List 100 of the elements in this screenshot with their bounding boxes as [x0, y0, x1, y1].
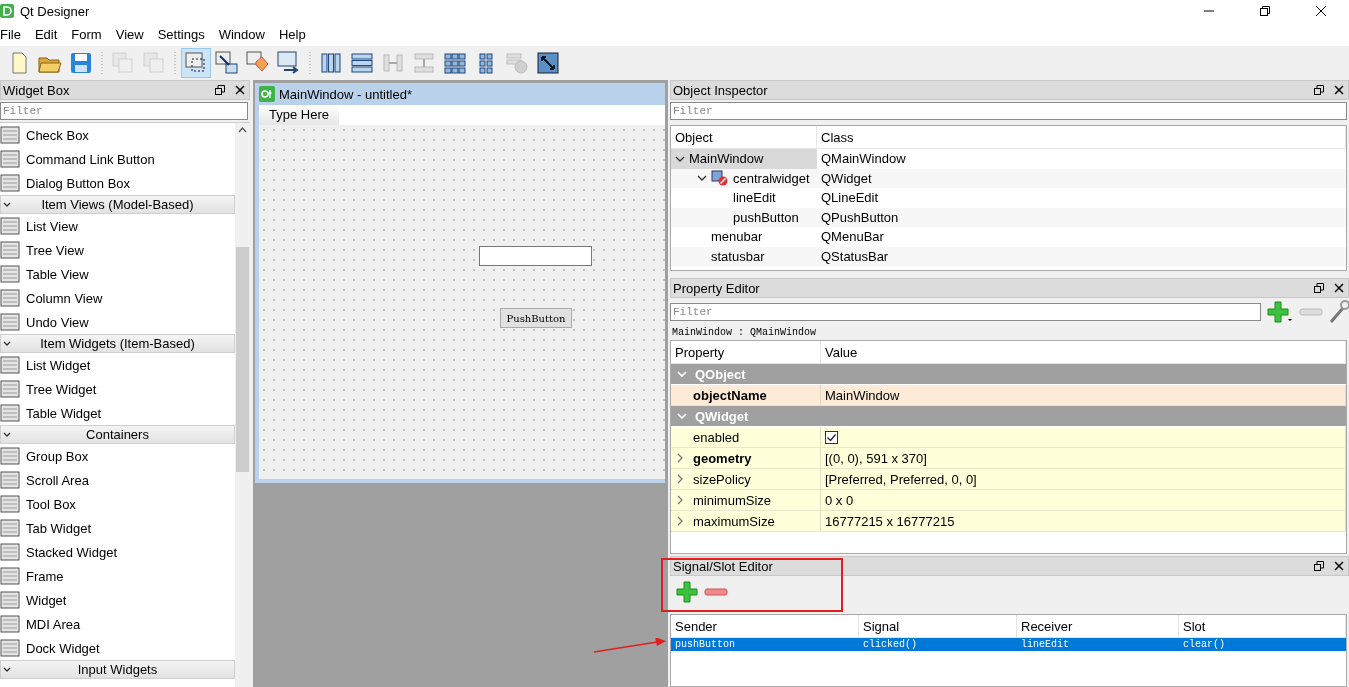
column-header[interactable]: Receiver: [1017, 615, 1179, 637]
widget-item[interactable]: Frame: [0, 564, 235, 588]
widget-icon: [0, 614, 20, 634]
widget-item[interactable]: Tree View: [0, 238, 235, 262]
close-icon[interactable]: [235, 85, 245, 95]
widget-item[interactable]: Tool Box: [0, 492, 235, 516]
column-header[interactable]: Sender: [671, 615, 859, 637]
property-value: MainWindow: [825, 387, 900, 403]
widget-icon: [0, 494, 20, 514]
property-value: 16777215 x 16777215: [825, 513, 955, 529]
edit-widgets-icon[interactable]: [181, 48, 211, 78]
widget-icon: [0, 446, 20, 466]
category-header[interactable]: Containers: [0, 425, 235, 444]
widget-icon: [0, 216, 20, 236]
property-row[interactable]: sizePolicy [Preferred, Preferred, 0, 0]: [671, 469, 1346, 490]
float-icon[interactable]: [1314, 85, 1324, 95]
widget-item[interactable]: MDI Area: [0, 612, 235, 636]
tree-item[interactable]: menubar: [671, 227, 817, 247]
connection-row[interactable]: pushButton clicked() lineEdit clear(): [671, 638, 1346, 651]
filter-field[interactable]: Filter: [670, 102, 1347, 120]
menu-item[interactable]: View: [115, 26, 150, 42]
column-header[interactable]: Property: [671, 341, 821, 363]
column-header[interactable]: Signal: [859, 615, 1017, 637]
tree-item[interactable]: statusbar: [671, 246, 817, 266]
menu-item[interactable]: File: [0, 26, 27, 42]
table-cell-text: QStatusBar: [820, 247, 890, 266]
property-row[interactable]: objectName MainWindow: [671, 385, 1346, 406]
float-icon[interactable]: [215, 85, 225, 95]
menu-item[interactable]: Form: [71, 26, 108, 42]
close-icon[interactable]: [1334, 85, 1344, 95]
type-here-menu[interactable]: Type Here: [259, 105, 339, 125]
widget-item[interactable]: Dock Widget: [0, 636, 235, 660]
widget-item[interactable]: Widget: [0, 588, 235, 612]
column-header[interactable]: Class: [817, 126, 1346, 148]
plus-icon[interactable]: [1267, 301, 1293, 323]
widget-item[interactable]: Group Box: [0, 444, 235, 468]
toolbar-separator: [100, 50, 104, 76]
widget-item[interactable]: Dialog Button Box: [0, 171, 235, 195]
filter-field[interactable]: Filter: [0, 102, 248, 120]
property-name: maximumSize: [693, 513, 775, 529]
menu-item[interactable]: Window: [218, 26, 271, 42]
tree-item[interactable]: lineEdit: [671, 188, 817, 208]
widget-icon: [0, 638, 20, 658]
column-header[interactable]: Slot: [1179, 615, 1346, 637]
line-edit[interactable]: [479, 246, 592, 266]
tree-item[interactable]: MainWindow: [671, 149, 817, 169]
widget-icon: [0, 355, 20, 375]
menu-item[interactable]: Edit: [34, 26, 64, 42]
plus-icon[interactable]: [676, 581, 698, 603]
close-icon[interactable]: [1334, 561, 1344, 571]
widget-icon: [0, 566, 20, 586]
tree-item[interactable]: pushButton: [671, 207, 817, 227]
menu-item[interactable]: Settings: [157, 26, 211, 42]
restore-icon[interactable]: [1259, 5, 1271, 17]
widget-item[interactable]: Stacked Widget: [0, 540, 235, 564]
wrench-icon[interactable]: [1329, 300, 1349, 324]
category-header[interactable]: Item Views (Model-Based): [0, 195, 235, 214]
widget-item[interactable]: Table Widget: [0, 401, 235, 425]
widget-item[interactable]: Column View: [0, 286, 235, 310]
widget-icon: [0, 240, 20, 260]
widget-item[interactable]: Scroll Area: [0, 468, 235, 492]
widget-item[interactable]: Tree Widget: [0, 377, 235, 401]
widget-icon: [0, 288, 20, 308]
widget-icon: [0, 518, 20, 538]
widget-item[interactable]: Tab Widget: [0, 516, 235, 540]
window-title: Qt Designer: [20, 3, 90, 19]
float-icon[interactable]: [1314, 561, 1324, 571]
property-row[interactable]: minimumSize 0 x 0: [671, 490, 1346, 511]
minus-icon[interactable]: [704, 587, 728, 597]
property-value: [Preferred, Preferred, 0, 0]: [825, 471, 977, 487]
chevron-icon: [3, 339, 11, 348]
float-icon[interactable]: [1314, 283, 1324, 293]
scrollbar[interactable]: [235, 123, 250, 687]
menu-item[interactable]: Help: [278, 26, 312, 42]
widget-item[interactable]: Table View: [0, 262, 235, 286]
widget-item[interactable]: List View: [0, 214, 235, 238]
close-icon[interactable]: [1315, 5, 1327, 17]
close-icon[interactable]: [1334, 283, 1344, 293]
tree-item[interactable]: centralwidget: [671, 168, 817, 188]
widget-item[interactable]: List Widget: [0, 353, 235, 377]
toolbar-separator: [308, 50, 312, 76]
property-value: 0 x 0: [825, 492, 854, 508]
filter-field[interactable]: Filter: [670, 303, 1261, 321]
category-header[interactable]: Item Widgets (Item-Based): [0, 334, 235, 353]
form-title: MainWindow - untitled*: [279, 86, 412, 102]
chevron-icon: [3, 200, 11, 209]
push-button[interactable]: PushButton: [500, 308, 572, 328]
widget-item[interactable]: Undo View: [0, 310, 235, 334]
property-row[interactable]: geometry [(0, 0), 591 x 370]: [671, 448, 1346, 469]
column-header[interactable]: Value: [821, 341, 1346, 363]
scroll-thumb[interactable]: [236, 247, 249, 472]
property-row[interactable]: enabled: [671, 427, 1346, 448]
checkbox[interactable]: [825, 430, 838, 444]
widget-item[interactable]: Command Link Button: [0, 147, 235, 171]
widget-icon: [0, 264, 20, 284]
column-header[interactable]: Object: [671, 126, 817, 148]
widget-icon: [0, 590, 20, 610]
widget-item[interactable]: Check Box: [0, 123, 235, 147]
property-row[interactable]: maximumSize 16777215 x 16777215: [671, 511, 1346, 532]
category-header[interactable]: Input Widgets: [0, 660, 235, 679]
